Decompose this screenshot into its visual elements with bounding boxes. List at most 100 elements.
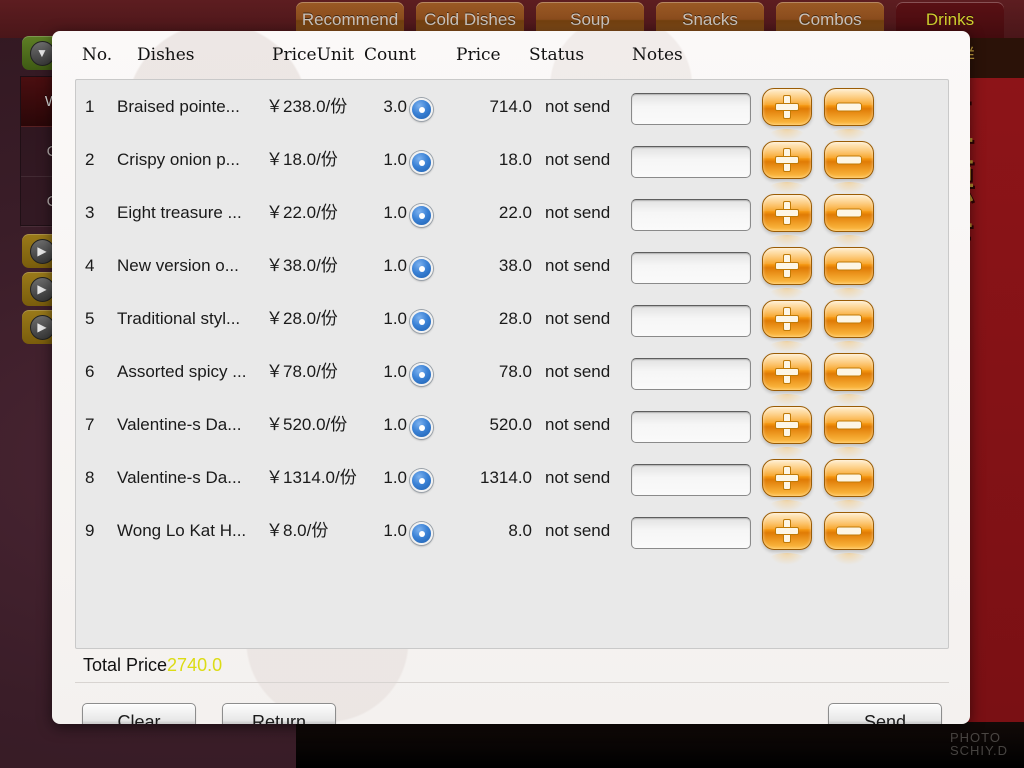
- decrease-quantity-button[interactable]: [824, 88, 874, 141]
- tab-label: Cold Dishes: [424, 10, 516, 29]
- decrease-quantity-button-face[interactable]: [824, 88, 874, 141]
- table-row[interactable]: 1 Braised pointe... ￥238.0/份 3.0 714.0 not se…: [76, 80, 948, 141]
- count-selector-radio[interactable]: [410, 98, 433, 121]
- increase-quantity-button-face[interactable]: [762, 247, 812, 300]
- count-selector-radio[interactable]: [410, 151, 433, 174]
- increase-quantity-button[interactable]: [762, 353, 812, 406]
- radio-dot-icon[interactable]: [410, 469, 433, 492]
- decrease-quantity-button-face[interactable]: [824, 194, 874, 247]
- increase-quantity-button-face[interactable]: [762, 512, 812, 565]
- increase-quantity-button[interactable]: [762, 512, 812, 565]
- increase-quantity-button-face[interactable]: [762, 459, 812, 512]
- notes-cell: [631, 464, 751, 496]
- increase-quantity-button-face[interactable]: [762, 88, 812, 141]
- notes-input[interactable]: [631, 93, 751, 125]
- chevron-right-icon: ▶: [29, 238, 55, 264]
- column-header-no: No.: [82, 45, 113, 65]
- order-status: not send: [545, 97, 611, 116]
- radio-dot-icon[interactable]: [410, 310, 433, 333]
- count-selector-radio[interactable]: [410, 363, 433, 386]
- increase-quantity-button[interactable]: [762, 459, 812, 512]
- table-row[interactable]: 7 Valentine-s Da... ￥520.0/份 1.0 520.0 not se…: [76, 398, 948, 459]
- radio-dot-icon[interactable]: [410, 151, 433, 174]
- unit-price: ￥520.0/份: [266, 415, 348, 434]
- clear-button[interactable]: Clear: [82, 703, 196, 724]
- decrease-quantity-button[interactable]: [824, 247, 874, 300]
- row-index: 6: [85, 362, 95, 381]
- notes-input[interactable]: [631, 305, 751, 337]
- order-status: not send: [545, 256, 611, 275]
- radio-dot-icon[interactable]: [410, 257, 433, 280]
- unit-price: ￥18.0/份: [266, 150, 338, 169]
- decrease-quantity-button[interactable]: [824, 459, 874, 512]
- increase-quantity-button[interactable]: [762, 406, 812, 459]
- line-price: 714.0: [489, 97, 532, 116]
- count-selector-radio[interactable]: [410, 204, 433, 227]
- count-selector-radio[interactable]: [410, 469, 433, 492]
- dish-name: Assorted spicy ...: [117, 362, 247, 381]
- count-selector-radio[interactable]: [410, 416, 433, 439]
- table-row[interactable]: 8 Valentine-s Da... ￥1314.0/份 1.0 1314.0 not …: [76, 451, 948, 512]
- decrease-quantity-button-face[interactable]: [824, 300, 874, 353]
- notes-input[interactable]: [631, 146, 751, 178]
- notes-cell: [631, 358, 751, 390]
- return-button[interactable]: Return: [222, 703, 336, 724]
- decrease-quantity-button[interactable]: [824, 141, 874, 194]
- decrease-quantity-button-face[interactable]: [824, 512, 874, 565]
- radio-dot-icon[interactable]: [410, 363, 433, 386]
- table-row[interactable]: 2 Crispy onion p... ￥18.0/份 1.0 18.0 not send: [76, 133, 948, 194]
- decrease-quantity-button-face[interactable]: [824, 459, 874, 512]
- increase-quantity-button-face[interactable]: [762, 300, 812, 353]
- decrease-quantity-button[interactable]: [824, 406, 874, 459]
- table-row[interactable]: 6 Assorted spicy ... ￥78.0/份 1.0 78.0 not sen…: [76, 345, 948, 406]
- count-selector-radio[interactable]: [410, 257, 433, 280]
- notes-input[interactable]: [631, 358, 751, 390]
- count-selector-radio[interactable]: [410, 522, 433, 545]
- count-selector-radio[interactable]: [410, 310, 433, 333]
- increase-quantity-button[interactable]: [762, 141, 812, 194]
- minus-icon: [836, 420, 862, 430]
- decrease-quantity-button-face[interactable]: [824, 353, 874, 406]
- notes-cell: [631, 252, 751, 284]
- send-button[interactable]: Send: [828, 703, 942, 724]
- decrease-quantity-button[interactable]: [824, 194, 874, 247]
- increase-quantity-button-face[interactable]: [762, 353, 812, 406]
- plus-icon: [775, 466, 799, 490]
- increase-quantity-button-face[interactable]: [762, 194, 812, 247]
- increase-quantity-button[interactable]: [762, 88, 812, 141]
- increase-quantity-button[interactable]: [762, 300, 812, 353]
- radio-dot-icon[interactable]: [410, 522, 433, 545]
- decrease-quantity-button[interactable]: [824, 353, 874, 406]
- notes-input[interactable]: [631, 464, 751, 496]
- decrease-quantity-button-face[interactable]: [824, 141, 874, 194]
- decrease-quantity-button-face[interactable]: [824, 406, 874, 459]
- table-row[interactable]: 4 New version o... ￥38.0/份 1.0 38.0 not send: [76, 239, 948, 300]
- line-price: 22.0: [498, 203, 532, 222]
- radio-dot-icon[interactable]: [410, 98, 433, 121]
- notes-input[interactable]: [631, 252, 751, 284]
- row-index: 5: [85, 309, 95, 328]
- decrease-quantity-button-face[interactable]: [824, 247, 874, 300]
- table-row[interactable]: 9 Wong Lo Kat H... ￥8.0/份 1.0 8.0 not send: [76, 504, 948, 565]
- order-items-list[interactable]: 1 Braised pointe... ￥238.0/份 3.0 714.0 not se…: [75, 79, 949, 649]
- notes-input[interactable]: [631, 411, 751, 443]
- radio-dot-icon[interactable]: [410, 416, 433, 439]
- item-count: 1.0: [383, 203, 407, 222]
- minus-icon: [836, 473, 862, 483]
- decrease-quantity-button[interactable]: [824, 512, 874, 565]
- unit-price: ￥238.0/份: [266, 97, 348, 116]
- increase-quantity-button[interactable]: [762, 247, 812, 300]
- column-header-status: Status: [529, 45, 585, 65]
- table-row[interactable]: 5 Traditional styl... ￥28.0/份 1.0 28.0 not se…: [76, 292, 948, 353]
- order-status: not send: [545, 362, 611, 381]
- order-status: not send: [545, 468, 611, 487]
- increase-quantity-button[interactable]: [762, 194, 812, 247]
- radio-dot-icon[interactable]: [410, 204, 433, 227]
- decrease-quantity-button[interactable]: [824, 300, 874, 353]
- increase-quantity-button-face[interactable]: [762, 406, 812, 459]
- notes-input[interactable]: [631, 517, 751, 549]
- dish-name: Valentine-s Da...: [117, 415, 242, 434]
- increase-quantity-button-face[interactable]: [762, 141, 812, 194]
- notes-input[interactable]: [631, 199, 751, 231]
- table-row[interactable]: 3 Eight treasure ... ￥22.0/份 1.0 22.0 not sen…: [76, 186, 948, 247]
